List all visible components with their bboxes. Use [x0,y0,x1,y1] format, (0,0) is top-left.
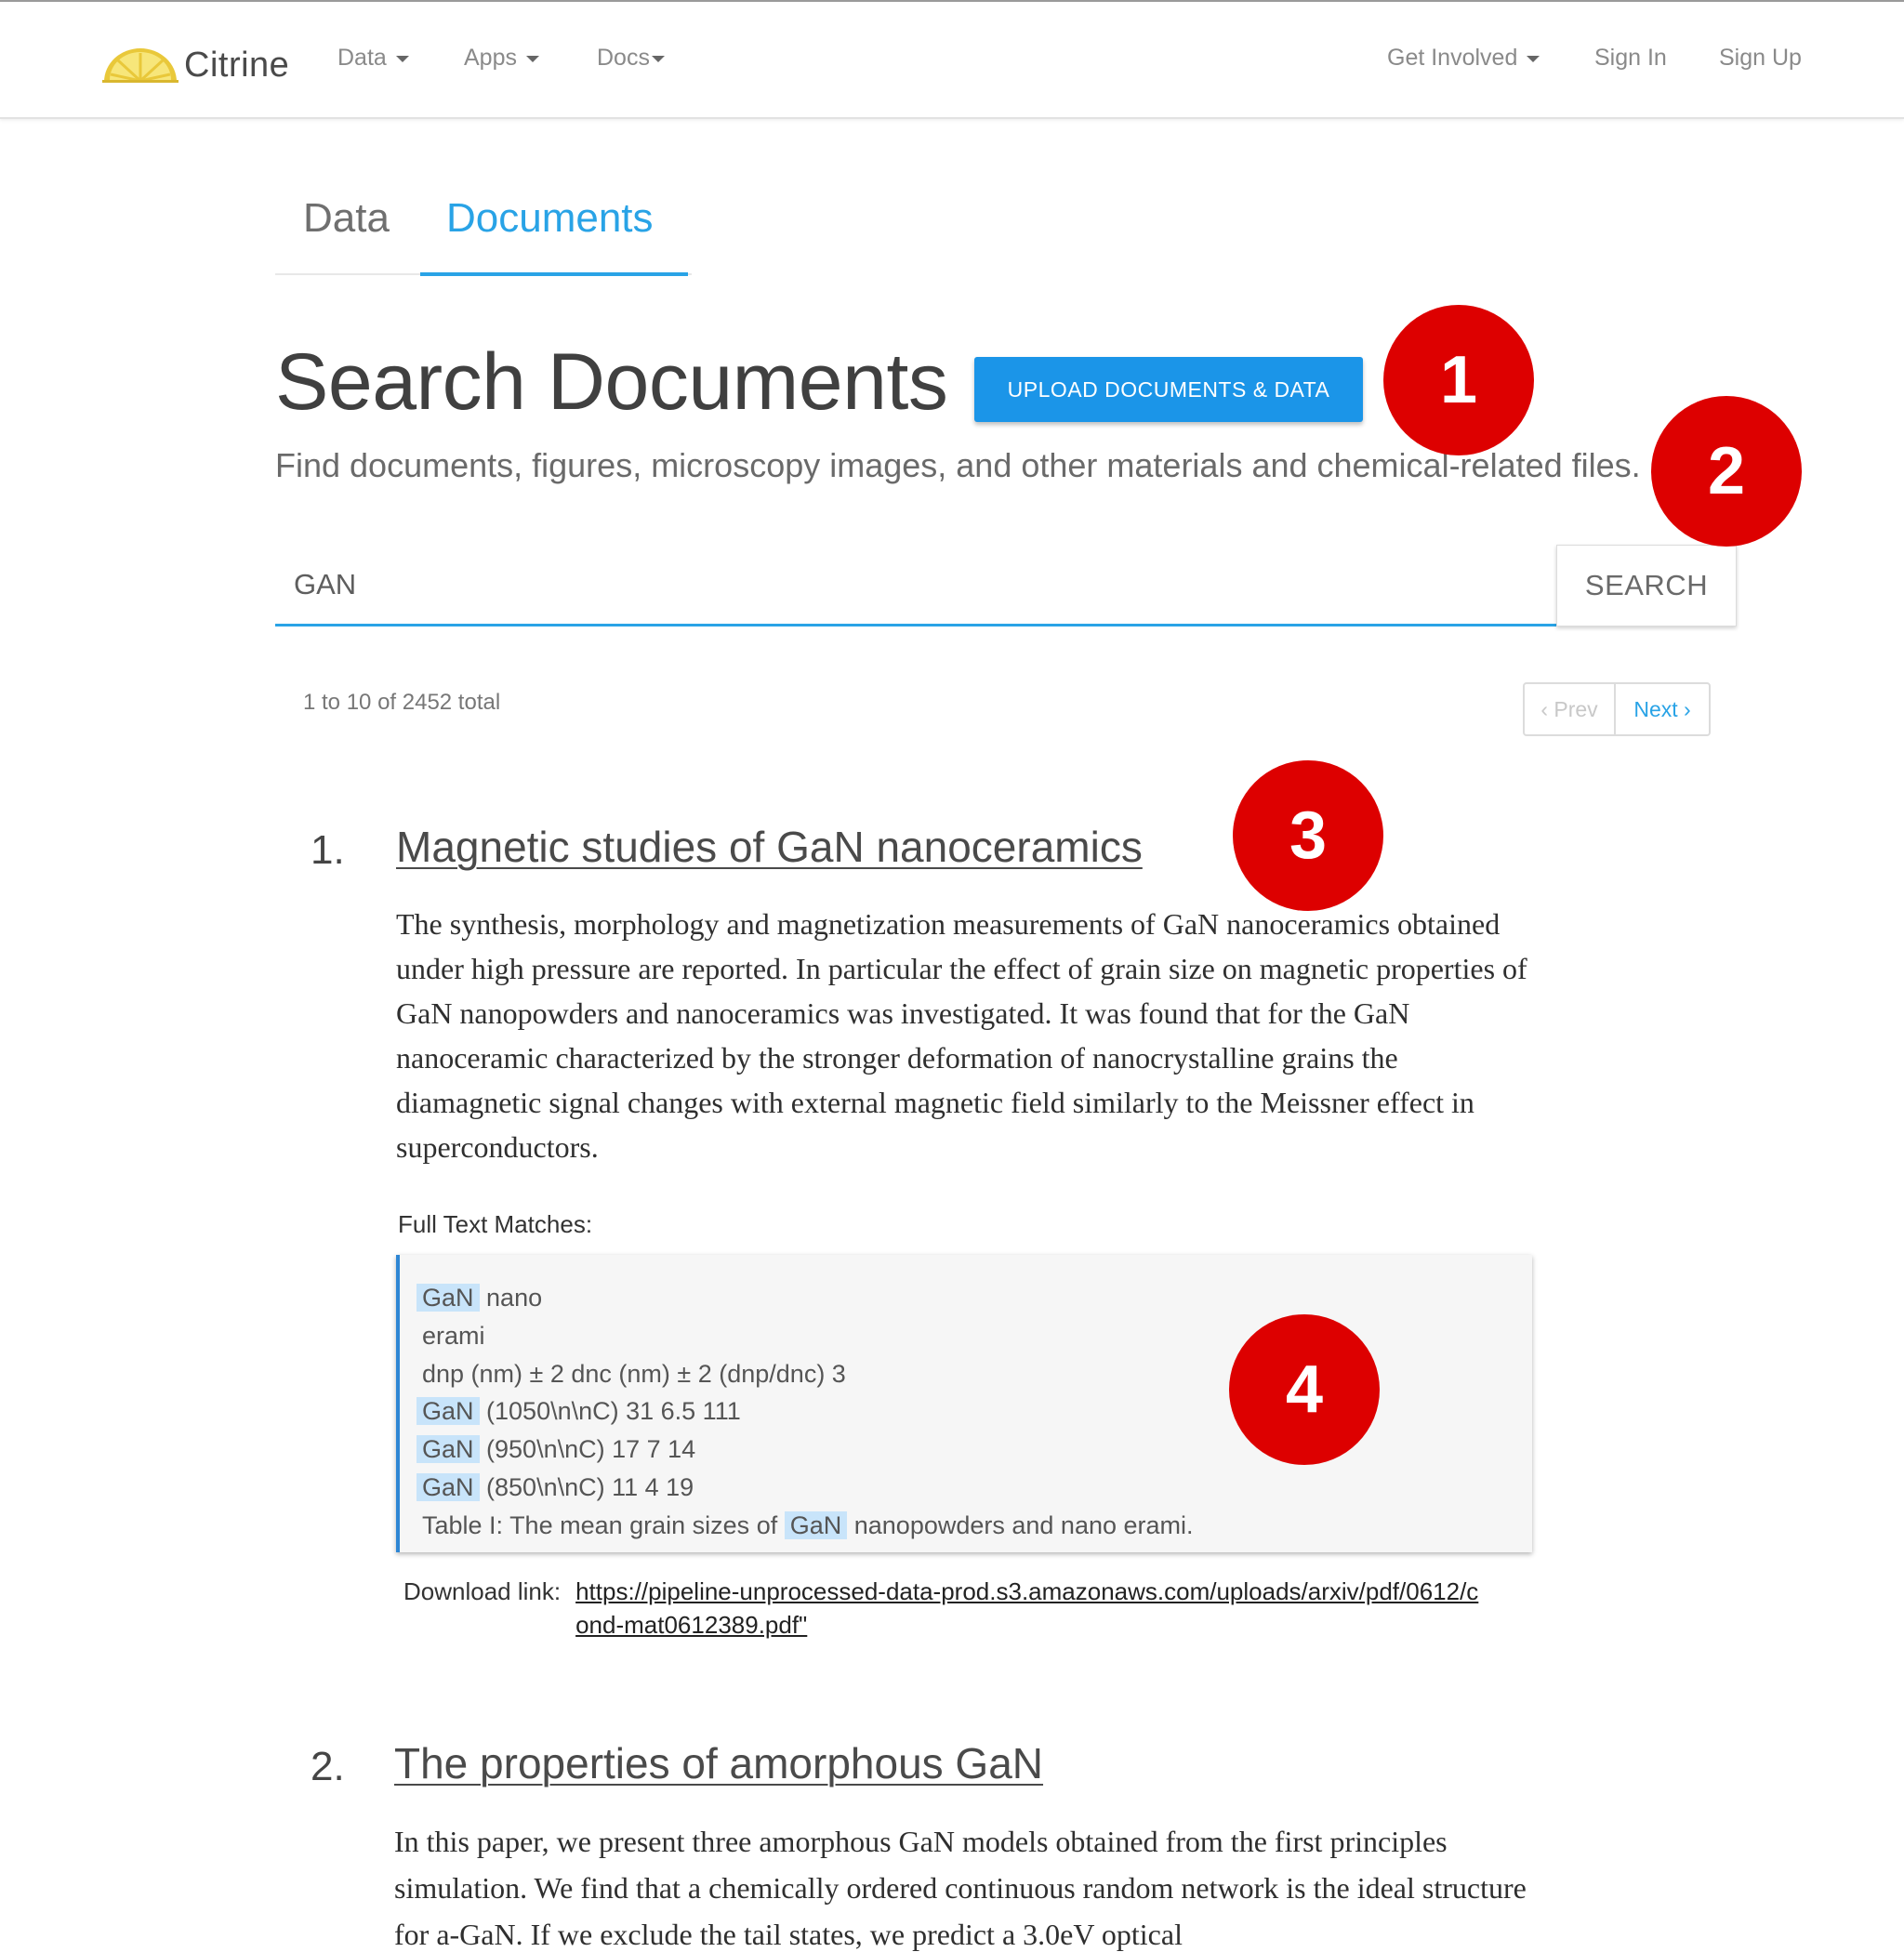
search-button[interactable]: SEARCH [1556,545,1737,626]
search-highlight: GaN [416,1472,480,1501]
result-number: 1. [311,827,345,873]
next-page-button[interactable]: Next › [1616,684,1709,734]
result-number: 2. [311,1744,345,1789]
search-tabs: Data Documents [275,173,692,276]
caret-down-icon [651,56,665,62]
annotation-badge: 2 [1651,396,1802,547]
result-abstract: In this paper, we present three amorphou… [394,1825,1527,1951]
download-label: Download link: [403,1577,562,1605]
caret-down-icon [525,56,539,62]
nav-docs-dropdown[interactable]: Docs [597,45,665,72]
match-line: Table I: The mean grain sizes of GaN nan… [422,1510,1194,1539]
brand-name: Citrine [184,45,290,85]
download-link[interactable]: https://pipeline-unprocessed-data-prod.s… [575,1575,1487,1642]
result-count: 1 to 10 of 2452 total [303,690,501,715]
nav-get-involved-dropdown[interactable]: Get Involved [1387,45,1540,72]
page-title: Search Documents [275,337,948,427]
caret-down-icon [1527,56,1540,62]
lemon-slice-icon [102,48,178,83]
active-tab-indicator [420,272,688,276]
match-line: GaN nano [416,1279,1532,1317]
tab-documents[interactable]: Documents [446,195,654,242]
upload-documents-button[interactable]: UPLOAD DOCUMENTS & DATA [974,357,1363,422]
nav-docs-label: Docs [597,45,650,71]
result-title-link[interactable]: Magnetic studies of GaN nanoceramics [396,822,1143,872]
nav-apps-dropdown[interactable]: Apps [464,45,539,72]
sign-up-link[interactable]: Sign Up [1719,45,1802,72]
top-navbar: Citrine Data Apps Docs Get Involved Sign… [0,2,1904,119]
download-row: Download link: https://pipeline-unproces… [403,1575,1487,1642]
search-highlight: GaN [416,1397,480,1426]
nav-apps-label: Apps [464,45,517,71]
tab-data[interactable]: Data [303,195,390,242]
full-text-matches-label: Full Text Matches: [398,1210,593,1238]
sign-in-link[interactable]: Sign In [1594,45,1667,72]
search-input[interactable] [275,545,1556,626]
pagination: ‹ Prev Next › [1523,682,1711,736]
annotation-badge: 1 [1383,305,1534,455]
match-line: GaN (950\n\nC) 17 7 14 [416,1431,1532,1469]
search-highlight: GaN [416,1435,480,1464]
annotation-badge: 4 [1229,1314,1380,1465]
result-title-link[interactable]: The properties of amorphous GaN [394,1738,1043,1788]
result-abstract: The synthesis, morphology and magnetizat… [396,907,1527,1164]
annotation-badge: 3 [1233,760,1383,911]
nav-data-dropdown[interactable]: Data [337,45,409,72]
nav-get-involved-label: Get Involved [1387,45,1518,71]
match-line: GaN (850\n\nC) 11 4 19 [416,1469,1532,1507]
nav-data-label: Data [337,45,387,71]
brand-logo-link[interactable]: Citrine [102,43,289,87]
caret-down-icon [395,56,409,62]
prev-page-button[interactable]: ‹ Prev [1525,684,1616,734]
search-highlight: GaN [416,1284,480,1312]
search-highlight: GaN [784,1510,848,1539]
